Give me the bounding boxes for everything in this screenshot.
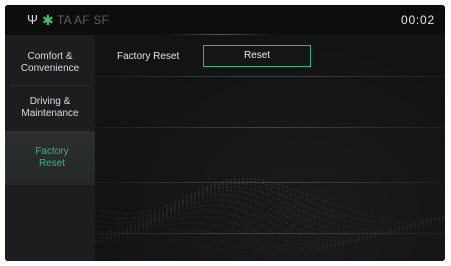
factory-reset-label: Factory Reset xyxy=(117,51,180,62)
bluetooth-icon: ✱ xyxy=(42,12,54,28)
row-divider xyxy=(95,127,445,128)
radio-indicators: TA AF SF xyxy=(57,13,110,27)
row-divider xyxy=(95,76,445,77)
row-divider xyxy=(95,233,445,234)
sidebar-item-driving-maintenance[interactable]: Driving & Maintenance xyxy=(5,87,95,129)
usb-icon: Ψ xyxy=(27,12,38,27)
sidebar-item-factory-reset[interactable]: Factory Reset xyxy=(5,131,97,185)
settings-content: Factory Reset Reset xyxy=(95,35,445,261)
sidebar-item-comfort-convenience[interactable]: Comfort & Convenience xyxy=(5,42,95,84)
status-bar: Ψ ✱ TA AF SF 00:02 xyxy=(5,5,445,35)
settings-sidebar: Comfort & Convenience Driving & Maintena… xyxy=(5,35,97,261)
infotainment-screen: Ψ ✱ TA AF SF 00:02 Comfort & Convenience… xyxy=(5,5,445,261)
clock: 00:02 xyxy=(400,13,435,27)
row-divider xyxy=(95,182,445,183)
reset-button[interactable]: Reset xyxy=(203,45,311,67)
background-particle-wave xyxy=(95,177,444,255)
sidebar-divider xyxy=(11,85,89,86)
